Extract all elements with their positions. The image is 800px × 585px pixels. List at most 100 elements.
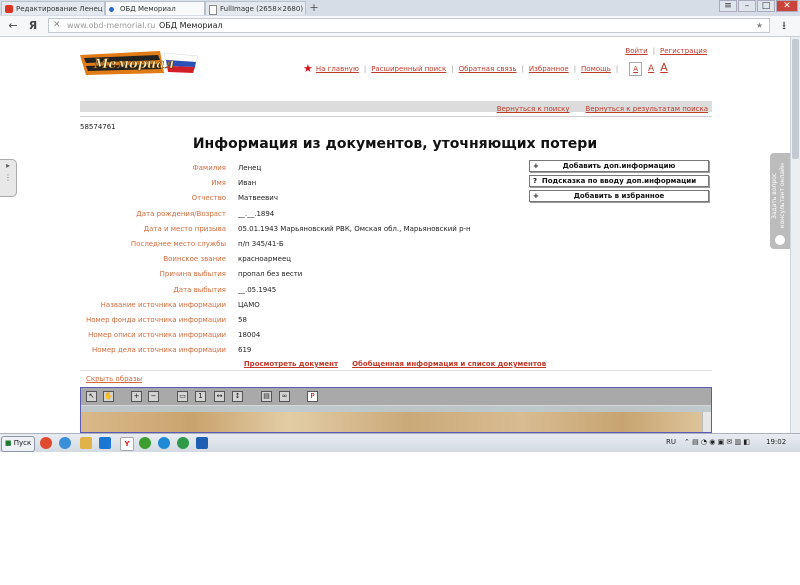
field-value: __.__.1894 [238, 209, 275, 218]
tab-label: ОБД Мемориал [120, 5, 176, 13]
link-icon[interactable]: ∞ [279, 391, 290, 402]
zoom-in-icon[interactable]: + [131, 391, 142, 402]
favicon-icon [5, 5, 13, 13]
chrome-app-icon[interactable] [177, 437, 189, 449]
close-window-button[interactable]: ✕ [776, 0, 798, 12]
chat-icon [775, 235, 785, 245]
nav-feedback-link[interactable]: Обратная связь [459, 65, 517, 73]
field-value: 619 [238, 346, 252, 355]
login-link[interactable]: Войти [625, 47, 647, 55]
field-label: Дата и место призыва [143, 224, 226, 233]
field-row: Номер дела источника информации 619 [80, 343, 520, 358]
ask-question-widget[interactable]: Задать вопрос консультант онлайн [770, 153, 790, 249]
question-icon: ? [533, 177, 538, 185]
tab-obd-memorial[interactable]: ОБД Мемориал [105, 1, 205, 15]
yandex-button[interactable]: Я [26, 19, 40, 33]
font-size-large-button[interactable]: A [660, 61, 668, 74]
field-row: Дата выбытия __.05.1945 [80, 283, 520, 298]
tray-icons[interactable]: ⌃ ▤ ◔ ◉ ▣ ✉ ▥ ◧ [684, 438, 750, 446]
viewer-scrollbar[interactable] [702, 412, 711, 432]
add-to-favorites-button[interactable]: + Добавить в избранное [529, 190, 709, 202]
field-label: Фамилия [192, 164, 226, 172]
logo-text: Мемориал [93, 57, 174, 72]
back-button[interactable]: ← [6, 19, 20, 33]
field-value: 18004 [238, 331, 261, 340]
font-size-medium-button[interactable]: A [648, 64, 654, 74]
pdf-icon[interactable]: P [307, 391, 318, 402]
zoom-out-icon[interactable]: − [148, 391, 159, 402]
ie-icon[interactable] [59, 437, 71, 449]
back-to-results-link[interactable]: Вернуться к результатам поиска [586, 105, 708, 113]
field-value: красноармеец [238, 255, 292, 264]
maximize-button[interactable]: □ [757, 0, 775, 12]
tab-label: FullImage (2658×2680) [220, 5, 304, 13]
page-icon [209, 5, 217, 15]
field-value: ЦАМО [238, 300, 260, 309]
field-row: Отчество Матвеевич [80, 191, 520, 206]
new-tab-button[interactable]: + [307, 1, 321, 15]
url-field[interactable]: ✕ www.obd-memorial.ru ОБД Мемориал ★ [48, 18, 770, 33]
browser-tab-strip: Редактирование Ленец ОБД Мемориал FullIm… [0, 0, 800, 17]
tab-edit[interactable]: Редактирование Ленец [1, 1, 105, 15]
stop-icon[interactable]: ✕ [53, 19, 61, 32]
plus-icon: + [533, 192, 539, 200]
clock[interactable]: 19:02 [766, 438, 786, 446]
document-scan-image [81, 406, 711, 432]
yandex-browser-icon[interactable]: Y [120, 437, 134, 451]
field-row: Воинское звание красноармеец [80, 252, 520, 267]
back-links-bar: Вернуться к поиску Вернуться к результата… [80, 104, 712, 117]
skype-icon[interactable] [158, 437, 170, 449]
register-link[interactable]: Регистрация [660, 47, 707, 55]
auth-links: Войти | Регистрация [625, 47, 707, 55]
back-to-search-link[interactable]: Вернуться к поиску [497, 105, 570, 113]
field-value: 58 [238, 315, 247, 324]
field-label: Имя [211, 179, 226, 188]
nav-home-link[interactable]: На главную [316, 65, 359, 73]
app-icon[interactable] [196, 437, 208, 449]
bookmark-star-icon[interactable]: ★ [756, 19, 763, 32]
memorial-logo: Мемориал [80, 51, 199, 75]
hand-tool-icon[interactable]: ✋ [103, 391, 114, 402]
pointer-tool-icon[interactable]: ↖ [86, 391, 97, 402]
folder-icon[interactable] [80, 437, 92, 449]
viewer-toolbar: ↖ ✋ + − ▭ 1 ↔ ↕ ▤ ∞ P [81, 388, 711, 405]
start-button[interactable]: ■ Пуск [1, 436, 35, 452]
field-label: Название источника информации [100, 300, 226, 309]
add-info-button[interactable]: + Добавить доп.информацию [529, 160, 709, 172]
page-scrollbar[interactable] [790, 37, 800, 433]
tab-fullimage[interactable]: FullImage (2658×2680) [205, 1, 306, 15]
field-label: Номер дела источника информации [92, 346, 226, 355]
button-label: Подсказка по вводу доп.информации [541, 177, 697, 185]
fit-page-icon[interactable]: ▭ [177, 391, 188, 402]
main-navigation: ★ На главную | Расширенный поиск | Обратная с… [303, 61, 668, 76]
field-label: Дата выбытия [173, 285, 226, 294]
hide-images-link[interactable]: Скрыть образы [86, 375, 142, 383]
actual-size-icon[interactable]: 1 [195, 391, 206, 402]
field-label: Последнее место службы [130, 239, 226, 248]
nav-favorites-link[interactable]: Избранное [529, 65, 569, 73]
taskbar: ■ Пуск Y RU ⌃ ▤ ◔ ◉ ▣ ✉ ▥ ◧ 19:02 [0, 433, 800, 452]
view-document-link[interactable]: Просмотреть документ [244, 360, 338, 368]
computer-icon[interactable] [99, 437, 111, 449]
side-panel-toggle[interactable]: ▸ ⋮ [0, 159, 17, 197]
document-image-viewer[interactable]: ↖ ✋ + − ▭ 1 ↔ ↕ ▤ ∞ P [80, 387, 712, 433]
summary-info-link[interactable]: Обобщенная информация и список документо… [352, 360, 546, 368]
minimize-button[interactable]: – [738, 0, 756, 12]
whatsapp-icon[interactable] [139, 437, 151, 449]
screen: Редактирование Ленец ОБД Мемориал FullIm… [0, 0, 800, 452]
font-size-small-button[interactable]: A [629, 62, 643, 76]
input-hint-button[interactable]: ? Подсказка по вводу доп.информации [529, 175, 709, 187]
field-label: Отчество [191, 194, 226, 203]
download-icon[interactable]: ⭳ [777, 19, 791, 33]
settings-icon[interactable]: ≡ [719, 0, 737, 12]
nav-advanced-search-link[interactable]: Расширенный поиск [371, 65, 446, 73]
field-value: Матвеевич [238, 194, 278, 203]
language-indicator[interactable]: RU [666, 438, 676, 446]
chrome-icon[interactable] [40, 437, 52, 449]
print-icon[interactable]: ▤ [261, 391, 272, 402]
fit-height-icon[interactable]: ↕ [232, 391, 243, 402]
nav-help-link[interactable]: Помощь [581, 65, 611, 73]
fit-width-icon[interactable]: ↔ [214, 391, 225, 402]
widget-label: Задать вопрос консультант онлайн [771, 163, 786, 229]
url-domain: www.obd-memorial.ru [67, 21, 156, 30]
